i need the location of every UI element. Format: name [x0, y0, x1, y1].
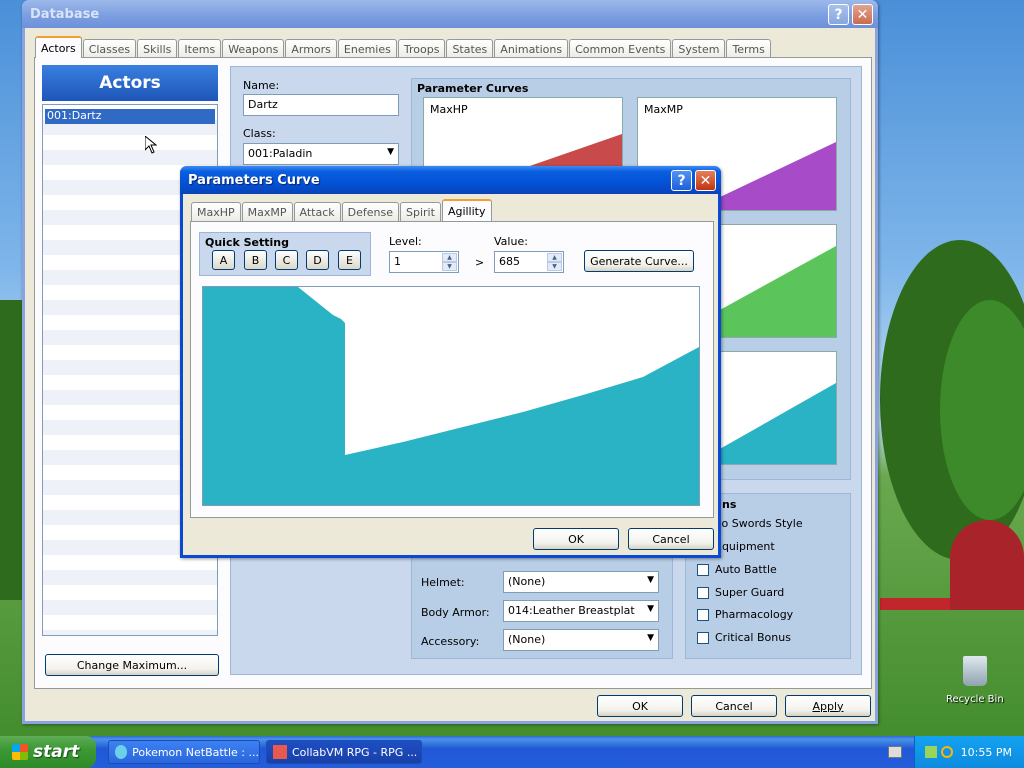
tab-weapons[interactable]: Weapons	[222, 39, 285, 58]
tab-common-events[interactable]: Common Events	[569, 39, 672, 58]
dialog-title: Parameters Curve	[188, 172, 320, 188]
spin-down-icon[interactable]: ▼	[442, 262, 457, 271]
chevron-down-icon: ▼	[387, 147, 394, 157]
tab-animations[interactable]: Animations	[494, 39, 569, 58]
quick-setting-label: Quick Setting	[205, 236, 289, 249]
dialog-titlebar[interactable]: Parameters Curve	[180, 166, 721, 194]
taskbar-item-pokemon[interactable]: Pokemon NetBattle : ...	[108, 740, 260, 764]
quick-button-c[interactable]: C	[275, 250, 298, 270]
tab-system[interactable]: System	[672, 39, 726, 58]
recycle-bin-label: Recycle Bin	[946, 694, 1004, 705]
tab-defense[interactable]: Defense	[341, 202, 400, 221]
pharmacology-checkbox[interactable]: Pharmacology	[697, 608, 793, 621]
quick-button-a[interactable]: A	[212, 250, 235, 270]
critical-bonus-checkbox[interactable]: Critical Bonus	[697, 631, 791, 644]
bush-scenery	[950, 520, 1024, 610]
checkbox-box[interactable]	[697, 608, 709, 621]
body-armor-label: Body Armor:	[421, 606, 490, 619]
tab-maxmp[interactable]: MaxMP	[241, 202, 293, 221]
level-to-value-arrow: >	[475, 256, 485, 269]
class-label: Class:	[243, 127, 276, 140]
tab-troops[interactable]: Troops	[397, 39, 446, 58]
actor-list-item[interactable]: 001:Dartz	[45, 109, 215, 124]
accessory-select[interactable]: (None) ▼	[503, 629, 659, 651]
value-label: Value:	[494, 235, 528, 248]
windows-logo-icon	[12, 744, 28, 760]
super-guard-checkbox[interactable]: Super Guard	[697, 586, 784, 599]
value-spinner[interactable]: 685 ▲ ▼	[494, 251, 564, 273]
body-armor-select[interactable]: 014:Leather Breastplat ▼	[503, 600, 659, 622]
curve-tabs: MaxHP MaxMP Attack Defense Spirit Agilli…	[191, 199, 493, 221]
generate-curve-button[interactable]: Generate Curve...	[584, 250, 694, 272]
accessory-label: Accessory:	[421, 635, 480, 648]
recycle-bin-icon[interactable]	[963, 656, 987, 686]
database-tabs: Actors Classes Skills Items Weapons Armo…	[35, 36, 772, 58]
checkbox-box[interactable]	[697, 563, 709, 576]
dialog-ok-button[interactable]: OK	[533, 528, 619, 550]
class-select[interactable]: 001:Paladin ▼	[243, 143, 399, 165]
chevron-down-icon: ▼	[647, 604, 654, 614]
close-button[interactable]: ✕	[695, 170, 716, 191]
tab-states[interactable]: States	[446, 39, 494, 58]
helmet-label: Helmet:	[421, 576, 465, 589]
clock[interactable]: 10:55 PM	[961, 746, 1012, 759]
helmet-select[interactable]: (None) ▼	[503, 571, 659, 593]
tab-attack[interactable]: Attack	[293, 202, 341, 221]
search-icon[interactable]	[940, 746, 953, 758]
database-titlebar[interactable]: Database	[22, 0, 878, 28]
tab-agility[interactable]: Agillity	[441, 199, 492, 221]
taskbar: start Pokemon NetBattle : ... CollabVM R…	[0, 736, 1024, 768]
app-icon	[115, 745, 128, 759]
chevron-down-icon: ▼	[647, 575, 654, 585]
quick-button-d[interactable]: D	[306, 250, 329, 270]
name-label: Name:	[243, 79, 280, 92]
quick-button-e[interactable]: E	[338, 250, 361, 270]
tab-classes[interactable]: Classes	[82, 39, 137, 58]
close-button[interactable]: ✕	[852, 4, 873, 25]
dialog-cancel-button[interactable]: Cancel	[628, 528, 714, 550]
checkbox-box[interactable]	[697, 631, 709, 644]
curve-area	[203, 287, 699, 505]
change-maximum-button[interactable]: Change Maximum...	[45, 654, 219, 676]
window-title: Database	[30, 6, 100, 22]
tree-scenery	[0, 300, 22, 600]
help-button[interactable]: ?	[671, 170, 692, 191]
database-apply-button[interactable]: Apply	[785, 695, 871, 717]
network-icon[interactable]	[924, 746, 937, 758]
agility-curve-graph[interactable]	[202, 286, 700, 506]
spin-up-icon[interactable]: ▲	[442, 253, 457, 262]
quick-button-b[interactable]: B	[244, 250, 267, 270]
chevron-down-icon: ▼	[647, 633, 654, 643]
mouse-cursor-icon	[145, 136, 157, 154]
actors-header: Actors	[42, 65, 218, 101]
auto-battle-checkbox[interactable]: Auto Battle	[697, 563, 777, 576]
database-cancel-button[interactable]: Cancel	[691, 695, 777, 717]
parameter-curves-title: Parameter Curves	[417, 82, 529, 95]
parameters-curve-dialog: Parameters Curve ? ✕ MaxHP MaxMP Attack …	[180, 166, 721, 558]
spin-up-icon[interactable]: ▲	[547, 253, 562, 262]
tab-terms[interactable]: Terms	[726, 39, 771, 58]
app-icon	[273, 745, 287, 759]
database-ok-button[interactable]: OK	[597, 695, 683, 717]
tab-enemies[interactable]: Enemies	[337, 39, 397, 58]
keyboard-icon[interactable]	[888, 746, 902, 758]
tab-items[interactable]: Items	[178, 39, 222, 58]
checkbox-box[interactable]	[697, 586, 709, 599]
start-button[interactable]: start	[0, 736, 96, 768]
tab-skills[interactable]: Skills	[137, 39, 178, 58]
tab-actors[interactable]: Actors	[35, 36, 82, 58]
level-label: Level:	[389, 235, 422, 248]
tab-maxhp[interactable]: MaxHP	[191, 202, 241, 221]
tab-armors[interactable]: Armors	[285, 39, 337, 58]
level-spinner[interactable]: 1 ▲ ▼	[389, 251, 459, 273]
system-tray: 10:55 PM	[914, 736, 1024, 768]
name-field[interactable]: Dartz	[243, 94, 399, 116]
taskbar-item-rpg[interactable]: CollabVM RPG - RPG ...	[266, 740, 422, 764]
tab-spirit[interactable]: Spirit	[400, 202, 441, 221]
options-title: ns	[722, 498, 737, 511]
help-button[interactable]: ?	[828, 4, 849, 25]
spin-down-icon[interactable]: ▼	[547, 262, 562, 271]
